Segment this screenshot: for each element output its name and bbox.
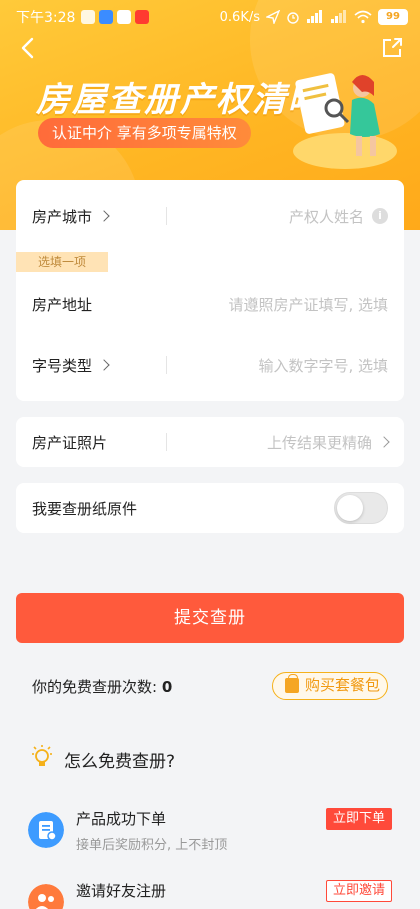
property-info-card: 房产城市 产权人姓名 i 选填一项 房产地址 请遵照房产证填写, 选填 字号类型… bbox=[16, 180, 404, 401]
info-icon[interactable]: i bbox=[372, 208, 388, 224]
back-button[interactable] bbox=[14, 34, 42, 62]
task-item: 产品成功下单 接单后奖励积分, 上不封顶 立即下单 bbox=[28, 808, 392, 868]
buy-package-label: 购买套餐包 bbox=[305, 676, 381, 694]
chevron-right-icon bbox=[378, 436, 390, 448]
status-bar: 下午3:28 0.6K/s 99 bbox=[0, 0, 420, 34]
city-label: 房产城市 bbox=[32, 207, 93, 226]
divider bbox=[166, 207, 167, 225]
battery-indicator: 99 bbox=[378, 9, 408, 25]
owner-name-input[interactable]: 产权人姓名 i bbox=[289, 206, 388, 227]
banner-subtitle: 认证中介 享有多项专属特权 bbox=[38, 118, 251, 148]
paper-original-toggle[interactable] bbox=[334, 492, 388, 524]
order-now-button[interactable]: 立即下单 bbox=[325, 808, 392, 830]
app-notification-icon bbox=[117, 10, 132, 24]
banner-title: 房屋查册产权清晰 bbox=[36, 80, 324, 120]
task-item: 邀请好友注册 立即邀请 bbox=[28, 880, 392, 909]
status-time: 下午3:28 bbox=[16, 10, 76, 26]
number-type-row: 字号类型 输入数字字号, 选填 bbox=[16, 335, 404, 395]
photo-card[interactable]: 房产证照片 上传结果更精确 bbox=[16, 417, 404, 467]
address-row[interactable]: 房产地址 请遵照房产证填写, 选填 bbox=[16, 274, 404, 334]
owner-name-placeholder: 产权人姓名 bbox=[288, 207, 364, 226]
task-title: 产品成功下单 bbox=[76, 810, 167, 828]
app-notification-icon bbox=[135, 10, 150, 24]
chevron-right-icon bbox=[98, 210, 110, 222]
paper-original-label: 我要查册纸原件 bbox=[32, 499, 138, 518]
photo-hint: 上传结果更精确 bbox=[266, 433, 372, 452]
how-free-title: 怎么免费查册? bbox=[64, 752, 176, 772]
alarm-icon bbox=[287, 12, 299, 24]
shopping-bag-icon bbox=[285, 674, 299, 693]
signal-icon bbox=[331, 10, 346, 23]
address-input[interactable]: 请遵照房产证填写, 选填 bbox=[228, 294, 388, 315]
photo-label: 房产证照片 bbox=[32, 433, 108, 452]
task-description: 接单后奖励积分, 上不封顶 bbox=[76, 838, 228, 853]
invite-users-icon bbox=[28, 884, 64, 909]
city-row: 房产城市 产权人姓名 i bbox=[16, 186, 404, 246]
submit-button[interactable]: 提交查册 bbox=[16, 593, 404, 643]
divider bbox=[166, 356, 167, 374]
paper-original-row: 我要查册纸原件 bbox=[16, 478, 404, 538]
number-input[interactable]: 输入数字字号, 选填 bbox=[258, 355, 388, 376]
buy-package-button[interactable]: 购买套餐包 bbox=[272, 672, 388, 700]
address-label: 房产地址 bbox=[32, 295, 93, 314]
invite-now-button[interactable]: 立即邀请 bbox=[325, 880, 392, 902]
divider bbox=[166, 433, 167, 451]
paper-original-card: 我要查册纸原件 bbox=[16, 483, 404, 533]
toggle-knob bbox=[337, 495, 363, 521]
free-count-label: 你的免费查册次数: bbox=[32, 678, 158, 696]
task-title: 邀请好友注册 bbox=[76, 882, 167, 900]
network-speed: 0.6K/s bbox=[219, 9, 260, 25]
free-count: 你的免费查册次数: 0 bbox=[32, 676, 172, 697]
city-selector[interactable]: 房产城市 bbox=[32, 206, 110, 227]
chevron-right-icon bbox=[98, 359, 110, 371]
order-icon bbox=[28, 812, 64, 848]
optional-tag: 选填一项 bbox=[16, 252, 108, 272]
number-type-selector[interactable]: 字号类型 bbox=[32, 355, 110, 376]
signal-icon bbox=[307, 10, 322, 23]
location-icon bbox=[266, 10, 280, 24]
message-icon bbox=[81, 10, 96, 24]
app-notification-icon bbox=[99, 10, 114, 24]
wifi-icon bbox=[354, 10, 372, 24]
photo-row[interactable]: 房产证照片 上传结果更精确 bbox=[16, 412, 404, 472]
woman-reading-illustration bbox=[293, 73, 397, 169]
lightbulb-icon bbox=[32, 745, 52, 766]
free-count-value: 0 bbox=[161, 678, 173, 696]
number-type-label: 字号类型 bbox=[32, 356, 93, 375]
